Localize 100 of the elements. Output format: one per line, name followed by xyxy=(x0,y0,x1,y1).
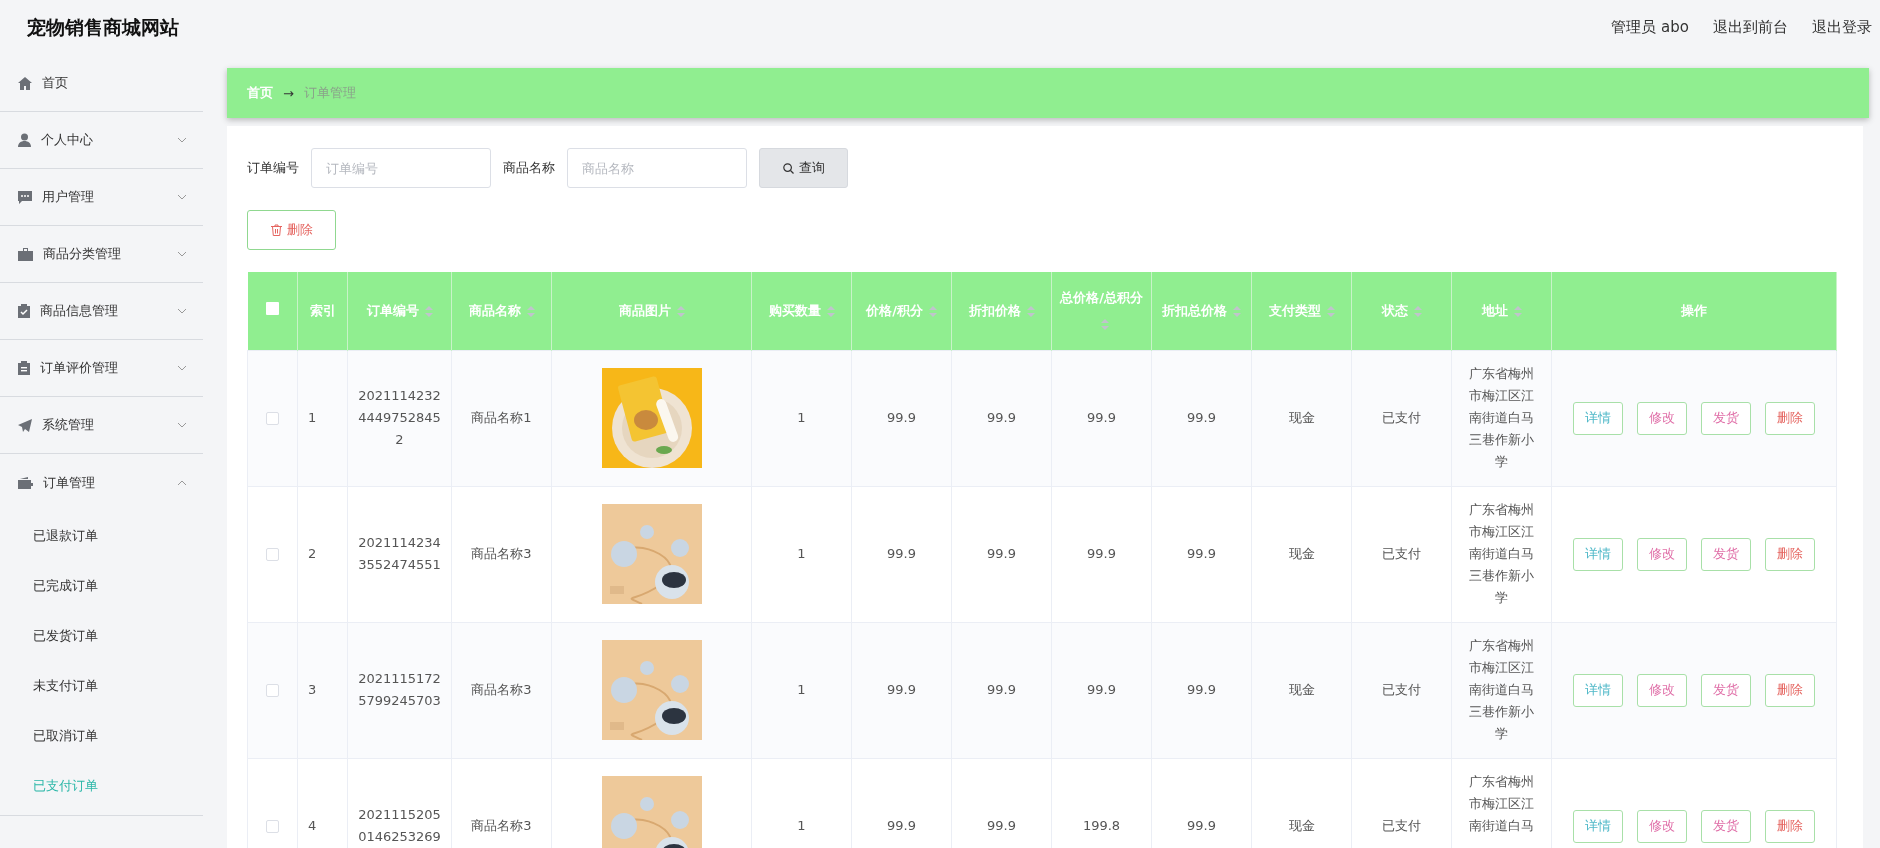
sort-icon[interactable] xyxy=(1026,305,1035,317)
search-icon xyxy=(782,162,794,174)
row-checkbox[interactable] xyxy=(266,412,279,425)
sort-icon[interactable] xyxy=(526,305,535,317)
row-action-button[interactable]: 修改 xyxy=(1637,673,1687,707)
row-action-button[interactable]: 修改 xyxy=(1637,809,1687,843)
row-action-button[interactable]: 发货 xyxy=(1701,537,1751,571)
sidebar-item[interactable]: 首页 xyxy=(0,55,203,112)
table-cell: 199.8 xyxy=(1082,818,1121,833)
sort-icon[interactable] xyxy=(826,305,835,317)
row-action-button[interactable]: 发货 xyxy=(1701,809,1751,843)
table-cell: 99.9 xyxy=(987,682,1016,697)
row-action-button[interactable]: 删除 xyxy=(1765,673,1815,707)
select-all-checkbox[interactable] xyxy=(265,301,279,315)
table-cell: 99.9 xyxy=(987,546,1016,561)
sort-icon[interactable] xyxy=(1413,305,1422,317)
row-action-button[interactable]: 详情 xyxy=(1573,809,1623,843)
chevron-down-icon xyxy=(177,365,187,371)
row-checkbox[interactable] xyxy=(266,684,279,697)
table-cell: 1 xyxy=(797,682,806,697)
chevron-down-icon xyxy=(177,137,187,143)
user-icon xyxy=(18,133,31,147)
table-cell: 99.9 xyxy=(987,818,1016,833)
sort-icon[interactable] xyxy=(1513,305,1522,317)
chevron-down-icon xyxy=(177,251,187,257)
sort-icon[interactable] xyxy=(1100,318,1109,330)
submenu-item[interactable]: 已取消订单 xyxy=(0,711,203,761)
table-cell: 商品名称3 xyxy=(471,546,532,561)
row-action-button[interactable]: 详情 xyxy=(1573,673,1623,707)
sidebar-item[interactable]: 用户管理 xyxy=(0,169,203,226)
trash-icon xyxy=(270,224,282,236)
row-action-button[interactable]: 详情 xyxy=(1573,537,1623,571)
table-cell: 99.9 xyxy=(887,682,916,697)
row-action-button[interactable]: 删除 xyxy=(1765,401,1815,435)
row-checkbox[interactable] xyxy=(266,820,279,833)
wallet-icon xyxy=(18,476,33,489)
table-cell: 20211151725799245703 xyxy=(358,671,441,708)
chevron-down-icon xyxy=(177,422,187,428)
header-link[interactable]: 管理员 abo xyxy=(1611,18,1689,37)
table-cell: 99.9 xyxy=(887,818,916,833)
sort-icon[interactable] xyxy=(676,305,685,317)
submenu-item[interactable]: 已完成订单 xyxy=(0,561,203,611)
row-action-button[interactable]: 发货 xyxy=(1701,401,1751,435)
row-checkbox[interactable] xyxy=(266,548,279,561)
row-action-button[interactable]: 删除 xyxy=(1765,809,1815,843)
breadcrumb-current: 订单管理 xyxy=(303,84,356,102)
sidebar-item[interactable]: 商品信息管理 xyxy=(0,283,203,340)
row-action-button[interactable]: 详情 xyxy=(1573,401,1623,435)
sidebar-item[interactable]: 商品分类管理 xyxy=(0,226,203,283)
submenu-item[interactable]: 未支付订单 xyxy=(0,661,203,711)
row-action-button[interactable]: 发货 xyxy=(1701,673,1751,707)
sort-icon[interactable] xyxy=(424,305,433,317)
table-cell: 商品名称1 xyxy=(471,410,532,425)
sort-icon[interactable] xyxy=(1326,305,1335,317)
table-cell: 99.9 xyxy=(887,410,916,425)
table-cell: 20211142343552474551 xyxy=(358,535,441,572)
table-cell: 已支付 xyxy=(1382,410,1421,425)
row-action-button[interactable]: 删除 xyxy=(1765,537,1815,571)
column-header: 索引 xyxy=(309,302,336,318)
sidebar-item[interactable]: 系统管理 xyxy=(0,397,203,454)
delete-button[interactable]: 删除 xyxy=(247,210,336,250)
submenu-item[interactable]: 已退款订单 xyxy=(0,511,203,561)
table-cell-text: 广东省梅州市梅江区江南街道白马三巷作新小学 xyxy=(1469,365,1534,471)
table-cell: 99.9 xyxy=(1087,546,1116,561)
sort-icon[interactable] xyxy=(928,305,937,317)
table-cell: 现金 xyxy=(1288,410,1315,425)
paper-plane-icon xyxy=(18,418,32,432)
table-cell: 99.9 xyxy=(1187,682,1216,697)
search-field[interactable]: 商品名称 xyxy=(567,148,747,188)
header-link[interactable]: 退出到前台 xyxy=(1713,18,1788,37)
chevron-down-icon xyxy=(177,308,187,314)
table-cell-text: 广东省梅州市梅江区江南街道白马三巷作新小学 xyxy=(1469,637,1534,743)
table-cell: 99.9 xyxy=(1087,682,1116,697)
submenu-item[interactable]: 已支付订单 xyxy=(0,761,203,811)
field-label: 商品名称 xyxy=(503,159,555,177)
briefcase-icon xyxy=(18,247,33,261)
table-cell: 99.9 xyxy=(1187,410,1216,425)
chevron-down-icon xyxy=(177,194,187,200)
row-action-button[interactable]: 修改 xyxy=(1637,401,1687,435)
clipboard-icon xyxy=(18,304,30,318)
sidebar-item[interactable]: 个人中心 xyxy=(0,112,203,169)
column-header: 操作 xyxy=(1681,302,1707,318)
chat-icon xyxy=(18,190,32,204)
row-action-button[interactable]: 修改 xyxy=(1637,537,1687,571)
search-button[interactable]: 查询 xyxy=(759,148,848,188)
submenu-item[interactable]: 已发货订单 xyxy=(0,611,203,661)
table-cell: 4 xyxy=(308,818,317,833)
table-cell: 20211152050146253269 xyxy=(358,807,441,844)
sidebar-item[interactable]: 订单管理 xyxy=(0,454,203,511)
table-cell: 1 xyxy=(797,546,806,561)
search-field[interactable]: 订单编号 xyxy=(311,148,491,188)
table-cell: 现金 xyxy=(1288,682,1315,697)
table-cell: 99.9 xyxy=(987,410,1016,425)
header-link[interactable]: 退出登录 xyxy=(1812,18,1872,37)
sidebar-item[interactable]: 订单评价管理 xyxy=(0,340,203,397)
sort-icon[interactable] xyxy=(1233,305,1241,317)
table-cell: 1 xyxy=(308,410,317,425)
field-label: 订单编号 xyxy=(247,159,299,177)
table-cell: 1 xyxy=(797,818,806,833)
table-cell: 1 xyxy=(797,410,806,425)
